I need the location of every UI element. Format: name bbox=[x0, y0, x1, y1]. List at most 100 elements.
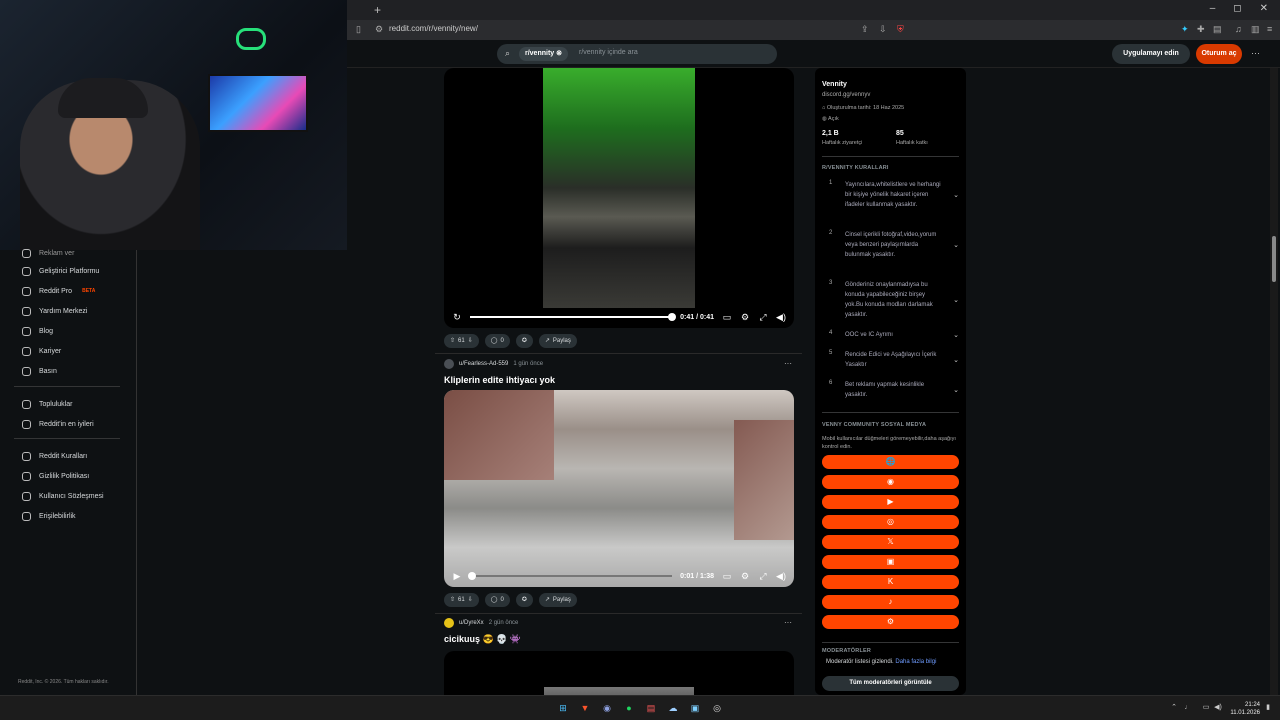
post-more-icon[interactable]: ··· bbox=[784, 359, 792, 368]
post-title[interactable]: Kliplerin edite ihtiyacı yok bbox=[444, 375, 555, 385]
sidebar-item[interactable]: Blog bbox=[22, 324, 53, 338]
more-info-link[interactable]: Daha fazla bilgi bbox=[895, 659, 936, 665]
share-page-icon[interactable]: ⇪ bbox=[861, 24, 869, 35]
avatar[interactable] bbox=[444, 618, 454, 628]
sidebar-item[interactable]: Basın bbox=[22, 364, 57, 378]
comments-button[interactable]: ◯ 0 bbox=[484, 334, 510, 348]
social-link-button[interactable]: ◉ bbox=[822, 475, 959, 489]
captions-icon[interactable]: ▭ bbox=[722, 312, 732, 323]
rule-item[interactable]: 1 Yayıncılara,whitelistlere ve herhangi b… bbox=[829, 180, 959, 210]
sidebar-item[interactable]: Topluluklar bbox=[22, 397, 72, 411]
sidebar-item-partial[interactable]: Reklam ver bbox=[22, 246, 74, 260]
share-button[interactable]: ↗ Paylaş bbox=[538, 593, 577, 607]
rule-item[interactable]: 2 Cinsel içerikli fotoğraf,video,yorum ve… bbox=[829, 230, 959, 260]
video-progress-bar[interactable] bbox=[470, 313, 677, 321]
replay-icon[interactable]: ↻ bbox=[452, 312, 462, 323]
new-tab-button[interactable]: + bbox=[374, 3, 381, 17]
sidebar-item[interactable]: Erişilebilirlik bbox=[22, 509, 76, 523]
chevron-down-icon[interactable]: ⌄ bbox=[953, 296, 959, 304]
post-author[interactable]: u/DyreXx bbox=[459, 620, 484, 626]
discord-icon[interactable]: ◉ bbox=[599, 700, 615, 716]
video-player[interactable]: ▶ 0:01 / 1:38 ▭ ⚙ ⤢ ◀) bbox=[444, 390, 794, 587]
comments-button[interactable]: ◯ 0 bbox=[484, 593, 510, 607]
video-player[interactable] bbox=[444, 651, 794, 695]
upvote-icon[interactable]: ⇧ bbox=[450, 334, 455, 348]
sidebar-item[interactable]: Geliştirici Platformu bbox=[22, 264, 99, 278]
chevron-down-icon[interactable]: ⌄ bbox=[953, 331, 959, 339]
captions-icon[interactable]: ▭ bbox=[722, 571, 732, 582]
social-link-button[interactable]: 𝕏 bbox=[822, 535, 959, 549]
share-button[interactable]: ↗ Paylaş bbox=[538, 334, 577, 348]
app-icon[interactable]: ▤ bbox=[643, 700, 659, 716]
social-link-button[interactable]: K bbox=[822, 575, 959, 589]
extension-icon[interactable]: ✦ bbox=[1181, 24, 1189, 35]
system-clock[interactable]: 21:24 11.01.2026 bbox=[1230, 701, 1260, 717]
sidebar-item[interactable]: Yardım Merkezi bbox=[22, 304, 88, 318]
volume-icon[interactable]: ◀) bbox=[1210, 700, 1226, 716]
app-icon[interactable]: ▣ bbox=[687, 700, 703, 716]
chevron-down-icon[interactable]: ⌄ bbox=[953, 191, 959, 199]
app-icon[interactable]: ◎ bbox=[709, 700, 725, 716]
post-title[interactable]: cicikuuş 😎 💀 👾 bbox=[444, 634, 521, 645]
spotify-icon[interactable]: ● bbox=[621, 700, 637, 716]
menu-icon[interactable]: ≡ bbox=[1267, 24, 1272, 34]
rule-item[interactable]: 3 Gönderiniz onaylanmadıysa bu konuda yap… bbox=[829, 280, 959, 320]
brave-shield-icon[interactable]: ⛨ bbox=[897, 24, 904, 35]
rule-item[interactable]: 5 Rencide Edici ve Aşağılayıcı İçerik Yas… bbox=[829, 350, 959, 370]
scrollbar-thumb[interactable] bbox=[1272, 236, 1276, 282]
steam-icon[interactable]: ☁ bbox=[665, 700, 681, 716]
start-icon[interactable]: ⊞ bbox=[555, 700, 571, 716]
sidebar-item[interactable]: Kullanıcı Sözleşmesi bbox=[22, 489, 104, 503]
award-button[interactable]: ✪ bbox=[515, 593, 533, 607]
rule-item[interactable]: 4 OOC ve IC Ayrımı ⌄ bbox=[829, 330, 959, 340]
site-info-icon[interactable]: ⚙ bbox=[375, 24, 383, 35]
login-button[interactable]: Oturum aç bbox=[1196, 44, 1242, 64]
maximize-icon[interactable]: ◻ bbox=[1233, 3, 1241, 14]
upvote-icon[interactable]: ⇧ bbox=[450, 593, 455, 607]
rule-item[interactable]: 6 Bet reklamı yapmak kesinlikle yasaktır.… bbox=[829, 380, 959, 400]
url-text[interactable]: reddit.com/r/vennity/new/ bbox=[389, 24, 478, 33]
sidebar-item[interactable]: Reddit Kuralları bbox=[22, 449, 87, 463]
social-link-button[interactable]: ▣ bbox=[822, 555, 959, 569]
settings-icon[interactable]: ⚙ bbox=[740, 312, 750, 323]
video-progress-bar[interactable] bbox=[468, 572, 673, 580]
download-icon[interactable]: ⇩ bbox=[879, 24, 887, 35]
fullscreen-icon[interactable]: ⤢ bbox=[758, 571, 768, 582]
avatar[interactable] bbox=[444, 359, 454, 369]
subreddit-chip[interactable]: r/vennity ⊗ bbox=[519, 47, 568, 61]
music-icon[interactable]: ♫ bbox=[1235, 24, 1242, 34]
volume-icon[interactable]: ◀) bbox=[776, 312, 786, 323]
sidebar-item[interactable]: Kariyer bbox=[22, 344, 61, 358]
social-link-button[interactable]: 🌐 bbox=[822, 455, 959, 469]
post-author[interactable]: u/Fearless-Ad-559 bbox=[459, 361, 508, 367]
close-icon[interactable]: ✕ bbox=[1260, 3, 1268, 14]
notification-icon[interactable]: ▮ bbox=[1260, 700, 1276, 716]
mic-icon[interactable]: ♩ bbox=[1180, 700, 1196, 716]
chevron-down-icon[interactable]: ⌄ bbox=[953, 241, 959, 249]
sidebar-item[interactable]: Reddit Pro BETA bbox=[22, 284, 95, 298]
settings-icon[interactable]: ⚙ bbox=[740, 571, 750, 582]
wallet-icon[interactable]: ▤ bbox=[1213, 24, 1222, 35]
video-player[interactable]: ↻ 0:41 / 0:41 ▭ ⚙ ⤢ ◀) bbox=[444, 68, 794, 328]
play-icon[interactable]: ▶ bbox=[452, 571, 462, 582]
sidebar-toggle-icon[interactable]: ▥ bbox=[1251, 24, 1260, 35]
search-bar[interactable]: ⌕ r/vennity ⊗ r/vennity içinde ara bbox=[497, 44, 777, 64]
vote-control[interactable]: ⇧ 61 ⇩ bbox=[444, 334, 479, 348]
view-moderators-button[interactable]: Tüm moderatörleri görüntüle bbox=[822, 676, 959, 691]
bookmark-icon[interactable]: ▯ bbox=[356, 24, 361, 35]
sidebar-item[interactable]: Gizlilik Politikası bbox=[22, 469, 89, 483]
post-more-icon[interactable]: ··· bbox=[784, 618, 792, 627]
fullscreen-icon[interactable]: ⤢ bbox=[758, 312, 768, 323]
award-button[interactable]: ✪ bbox=[515, 334, 533, 348]
downvote-icon[interactable]: ⇩ bbox=[468, 334, 473, 348]
get-app-button[interactable]: Uygulamayı edin bbox=[1112, 44, 1190, 64]
chevron-down-icon[interactable]: ⌄ bbox=[953, 386, 959, 394]
downvote-icon[interactable]: ⇩ bbox=[468, 593, 473, 607]
vote-control[interactable]: ⇧ 61 ⇩ bbox=[444, 593, 479, 607]
chevron-down-icon[interactable]: ⌄ bbox=[953, 356, 959, 364]
brave-icon[interactable]: ▼ bbox=[577, 700, 593, 716]
social-link-button[interactable]: ⚙ bbox=[822, 615, 959, 629]
minimize-icon[interactable]: – bbox=[1210, 3, 1216, 14]
scrollbar[interactable] bbox=[1270, 68, 1278, 695]
community-link[interactable]: discord.gg/vennyv bbox=[822, 92, 870, 98]
